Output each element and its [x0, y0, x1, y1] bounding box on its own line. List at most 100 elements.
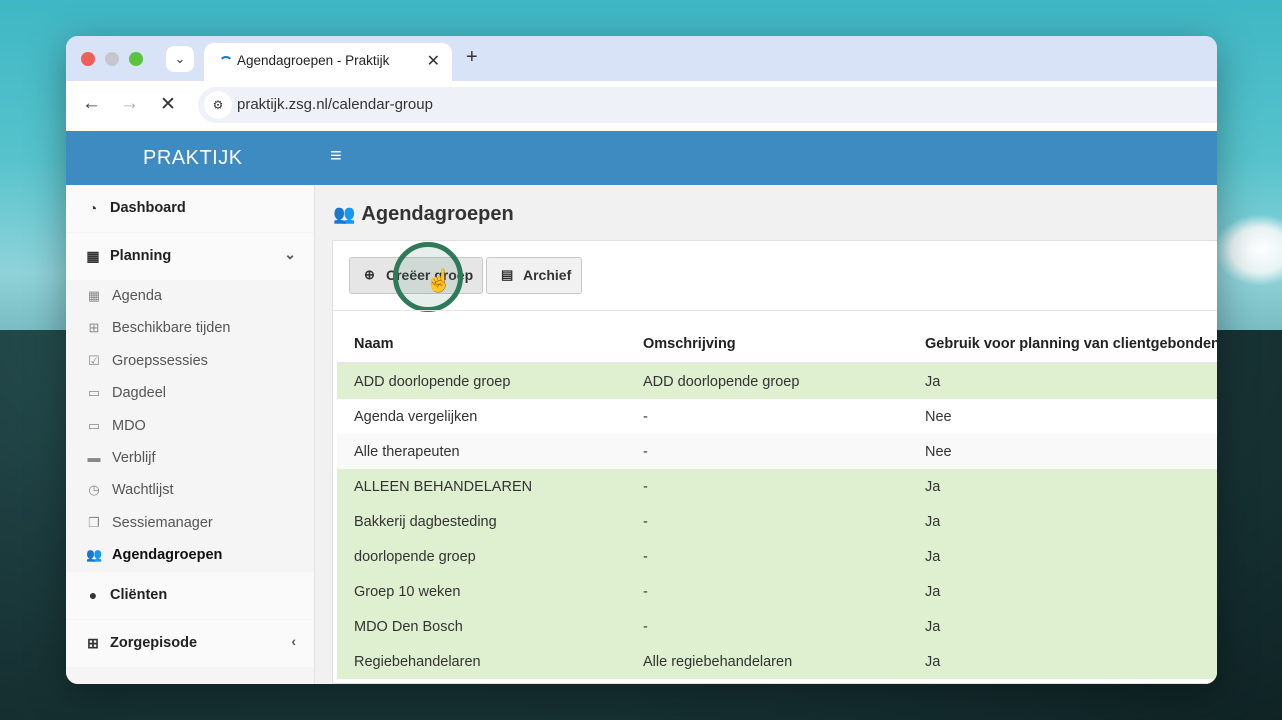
divider [333, 310, 1217, 311]
clock-icon: ◷ [88, 482, 100, 497]
cell-omschrijving: - [626, 609, 908, 644]
page-title-text: Agendagroepen [361, 203, 514, 225]
archive-button[interactable]: ▤ Archief [486, 257, 582, 294]
cell-gebruik: Ja [908, 539, 1217, 574]
cell-naam: MDO Den Bosch [337, 609, 626, 644]
sidebar-item-beschikbare-tijden[interactable]: ⊞ Beschikbare tijden [66, 312, 314, 344]
table-row[interactable]: ALLEEN BEHANDELAREN - Ja [337, 469, 1217, 504]
sidebar-item-groepssessies[interactable]: ☑ Groepssessies [66, 345, 314, 377]
sidebar-item-label: Wachtlijst [112, 482, 174, 498]
table-header-row: Naam Omschrijving Gebruik voor planning … [337, 326, 1217, 364]
sidebar-item-zorgepisode[interactable]: ⊞ Zorgepisode ‹ [66, 620, 314, 667]
cell-naam: doorlopende groep [337, 539, 626, 574]
tab-search-button[interactable]: ⌄ [166, 46, 194, 72]
sidebar-item-dashboard[interactable]: ◔ Dashboard [66, 185, 314, 232]
table-row[interactable]: ADD doorlopende groep ADD doorlopende gr… [337, 363, 1217, 399]
tab-active[interactable]: Agendagroepen - Praktijk ✕ [204, 43, 452, 81]
cell-omschrijving: - [626, 399, 908, 434]
url-text[interactable]: praktijk.zsg.nl/calendar-group [237, 96, 433, 113]
column-header-omschrijving[interactable]: Omschrijving [626, 326, 908, 364]
tab-title: Agendagroepen - Praktijk [237, 53, 390, 68]
sidebar-item-clienten[interactable]: ● Cliënten [66, 572, 314, 619]
cell-gebruik: Ja [908, 504, 1217, 539]
sidebar-item-label: Agenda [112, 288, 162, 304]
back-arrow-icon[interactable]: ← [82, 93, 101, 115]
new-tab-button[interactable]: + [466, 46, 478, 69]
sidebar: ◔ Dashboard ▦ Planning ⌄ ▦ Agenda ⊞ Besc… [66, 185, 315, 684]
app-header: PRAKTIJK ≡ [66, 131, 1217, 185]
cell-omschrijving: Alle regiebehandelaren [626, 644, 908, 679]
app-logo[interactable]: PRAKTIJK [143, 147, 243, 170]
sidebar-item-label: MDO [112, 418, 146, 434]
cell-omschrijving: - [626, 539, 908, 574]
user-icon: ● [88, 587, 98, 603]
hamburger-menu-icon[interactable]: ≡ [330, 145, 342, 168]
background-cloud [1215, 215, 1282, 285]
sidebar-item-wachtlijst[interactable]: ◷ Wachtlijst [66, 474, 314, 506]
stop-loading-icon[interactable]: ✕ [160, 93, 176, 116]
calendar-groups-table: Naam Omschrijving Gebruik voor planning … [337, 326, 1217, 679]
table-row[interactable]: Alle therapeuten - Nee [337, 434, 1217, 469]
sidebar-item-label: Cliënten [110, 587, 168, 603]
forward-arrow-icon[interactable]: → [120, 93, 139, 115]
sidebar-item-verblijf[interactable]: ▬ Verblijf [66, 442, 314, 474]
cell-omschrijving: - [626, 504, 908, 539]
chevron-down-icon: ⌄ [174, 51, 186, 66]
address-bar-row: ← → ✕ ⚙ praktijk.zsg.nl/calendar-group [66, 81, 1217, 132]
cell-gebruik: Ja [908, 363, 1217, 399]
cell-omschrijving: ADD doorlopende groep [626, 363, 908, 399]
site-info-icon[interactable]: ⚙ [204, 91, 232, 119]
cell-naam: ALLEEN BEHANDELAREN [337, 469, 626, 504]
cell-naam: Regiebehandelaren [337, 644, 626, 679]
sidebar-item-agenda[interactable]: ▦ Agenda [66, 280, 314, 312]
tab-close-icon[interactable]: ✕ [427, 51, 440, 71]
sidebar-item-label: Beschikbare tijden [112, 320, 231, 336]
calendar-check-icon: ☑ [88, 353, 100, 368]
cell-gebruik: Ja [908, 644, 1217, 679]
column-header-gebruik[interactable]: Gebruik voor planning van clientgebonden… [908, 326, 1217, 364]
table-row[interactable]: Regiebehandelaren Alle regiebehandelaren… [337, 644, 1217, 679]
users-icon: 👥 [86, 547, 103, 562]
close-window-button[interactable] [81, 52, 95, 66]
calendar-icon: ▦ [87, 288, 101, 303]
copy-icon: ❐ [88, 515, 100, 530]
sidebar-item-label: Zorgepisode [110, 635, 198, 651]
calendar-icon: ▭ [87, 418, 101, 433]
omnibox[interactable]: ⚙ praktijk.zsg.nl/calendar-group [198, 87, 1217, 123]
sidebar-item-dagdeel[interactable]: ▭ Dagdeel [66, 377, 314, 409]
sidebar-item-planning[interactable]: ▦ Planning ⌄ [66, 233, 314, 280]
browser-window: ⌄ Agendagroepen - Praktijk ✕ + ← → ✕ ⚙ p… [66, 36, 1217, 684]
sidebar-item-sessiemanager[interactable]: ❐ Sessiemanager [66, 507, 314, 539]
cell-naam: Groep 10 weken [337, 574, 626, 609]
users-icon: 👥 [333, 204, 356, 224]
content-panel: ⊕ Creëer groep ▤ Archief ☝ Naam Omschrij… [332, 240, 1217, 684]
maximize-window-button[interactable] [129, 52, 143, 66]
table-row[interactable]: Groep 10 weken - Ja [337, 574, 1217, 609]
cell-omschrijving: - [626, 434, 908, 469]
main-content: 👥 Agendagroepen ⊕ Creëer groep ▤ Archief … [315, 185, 1217, 684]
cell-naam: Alle therapeuten [337, 434, 626, 469]
cell-naam: Agenda vergelijken [337, 399, 626, 434]
sidebar-item-label: Verblijf [112, 450, 156, 466]
sidebar-item-agendagroepen[interactable]: 👥 Agendagroepen [66, 539, 314, 571]
cell-naam: ADD doorlopende groep [337, 363, 626, 399]
table-row[interactable]: MDO Den Bosch - Ja [337, 609, 1217, 644]
column-header-naam[interactable]: Naam [337, 326, 626, 364]
table-row[interactable]: Agenda vergelijken - Nee [337, 399, 1217, 434]
table-row[interactable]: Bakkerij dagbesteding - Ja [337, 504, 1217, 539]
minimize-window-button[interactable] [105, 52, 119, 66]
tab-strip: ⌄ Agendagroepen - Praktijk ✕ + [66, 36, 1217, 81]
bed-icon: ▬ [87, 450, 101, 465]
cell-naam: Bakkerij dagbesteding [337, 504, 626, 539]
calendar-icon: ▭ [87, 385, 101, 400]
table-row[interactable]: doorlopende groep - Ja [337, 539, 1217, 574]
cell-gebruik: Ja [908, 574, 1217, 609]
sidebar-item-label: Groepssessies [112, 353, 208, 369]
sidebar-item-label: Dagdeel [112, 385, 167, 401]
cell-gebruik: Ja [908, 469, 1217, 504]
sidebar-item-label: Sessiemanager [112, 515, 213, 531]
sidebar-item-mdo[interactable]: ▭ MDO [66, 410, 314, 442]
cell-omschrijving: - [626, 469, 908, 504]
sidebar-item-label: Agendagroepen [112, 547, 223, 563]
cell-gebruik: Nee [908, 399, 1217, 434]
